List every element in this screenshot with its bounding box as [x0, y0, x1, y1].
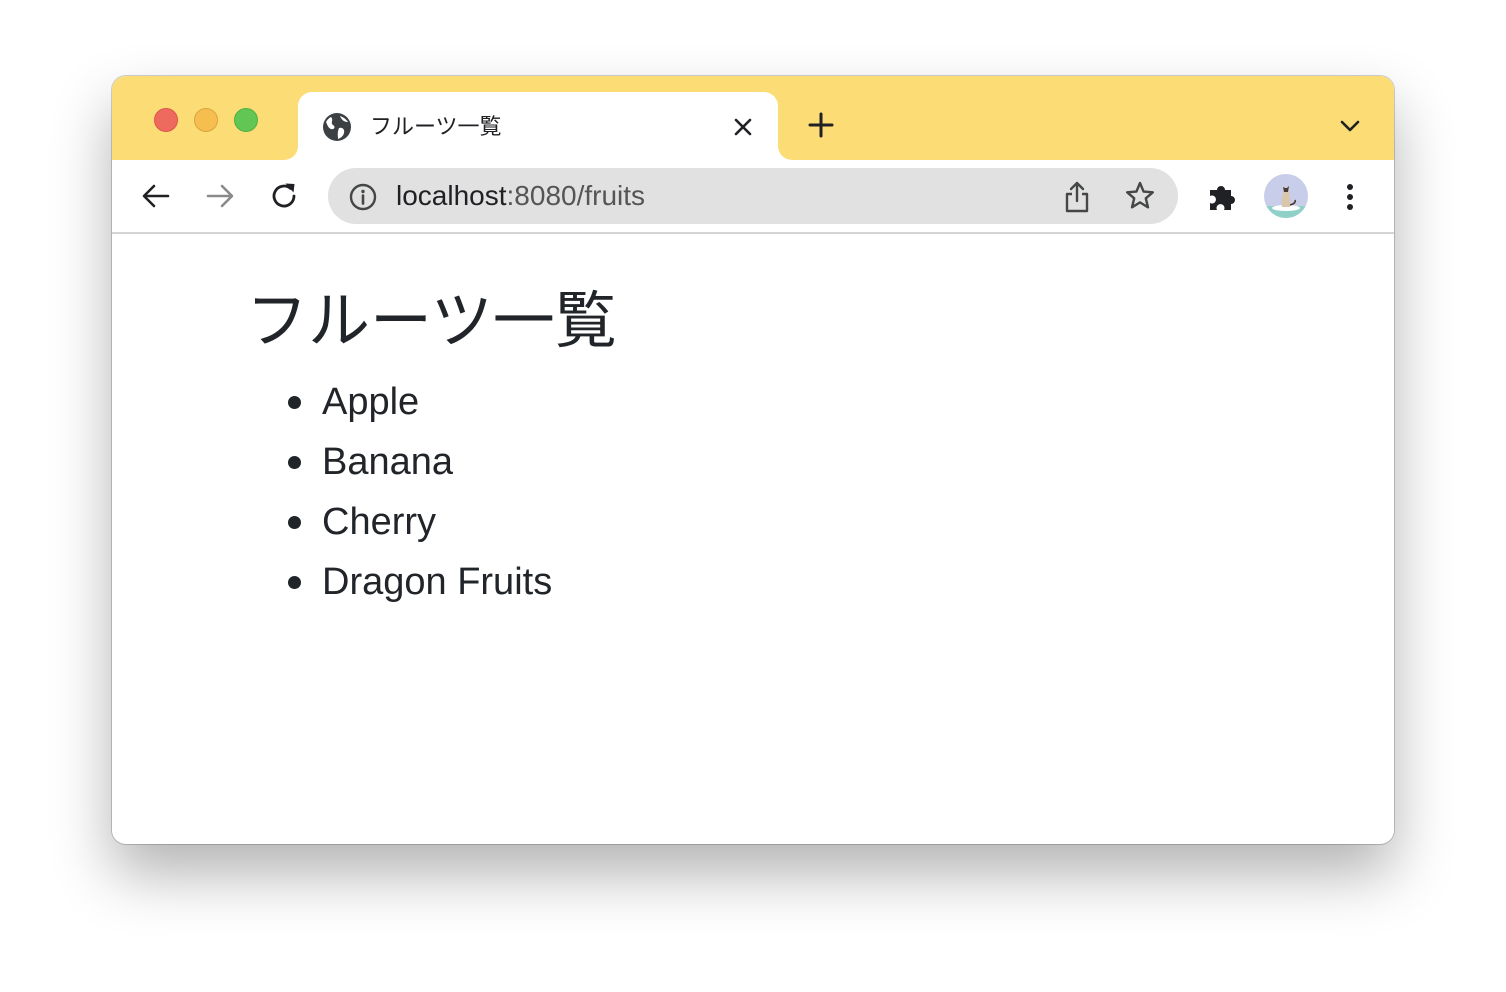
globe-icon [323, 113, 351, 141]
tab-strip: フルーツ一覧 [112, 76, 1394, 160]
puzzle-icon[interactable] [1206, 180, 1240, 214]
list-item: Apple [288, 372, 552, 432]
star-icon[interactable] [1124, 180, 1156, 212]
browser-window: フルーツ一覧 localhost:8080/fruits フルーツ一覧 Appl… [112, 76, 1394, 844]
list-item: Banana [288, 432, 552, 492]
fruit-list: Apple Banana Cherry Dragon Fruits [288, 372, 553, 612]
chevron-down-icon[interactable] [1336, 114, 1364, 138]
arrow-right-icon[interactable] [204, 180, 236, 212]
list-item-label: Cherry [322, 501, 437, 543]
plus-icon[interactable] [806, 110, 836, 140]
more-vertical-icon[interactable] [1338, 180, 1362, 214]
page-content: フルーツ一覧 Apple Banana Cherry Dragon Fruits [112, 234, 1394, 844]
page-heading: フルーツ一覧 [246, 287, 617, 356]
tab-active[interactable]: フルーツ一覧 [298, 92, 778, 160]
tab-title: フルーツ一覧 [370, 114, 502, 139]
window-close-button[interactable] [154, 108, 178, 132]
url-host: localhost [396, 180, 507, 211]
avatar[interactable] [1264, 174, 1308, 218]
list-item: Cherry [288, 492, 552, 552]
list-item-label: Apple [322, 381, 420, 423]
bullet-icon [288, 456, 301, 469]
window-maximize-button[interactable] [234, 108, 258, 132]
list-item-label: Banana [322, 441, 454, 483]
url-path: :8080/fruits [506, 180, 646, 211]
bullet-icon [288, 396, 301, 409]
bullet-icon [288, 576, 301, 589]
url-text[interactable]: localhost:8080/fruits [396, 180, 645, 212]
close-icon[interactable] [730, 114, 756, 140]
bullet-icon [288, 516, 301, 529]
arrow-left-icon[interactable] [140, 180, 172, 212]
window-minimize-button[interactable] [194, 108, 218, 132]
reload-icon[interactable] [268, 180, 300, 212]
toolbar: localhost:8080/fruits [112, 160, 1394, 234]
list-item: Dragon Fruits [288, 552, 553, 612]
share-icon[interactable] [1062, 180, 1092, 214]
address-bar[interactable]: localhost:8080/fruits [328, 168, 1178, 224]
profile-picture-icon [1264, 185, 1308, 218]
list-item-label: Dragon Fruits [322, 561, 553, 603]
info-icon[interactable] [348, 182, 378, 212]
